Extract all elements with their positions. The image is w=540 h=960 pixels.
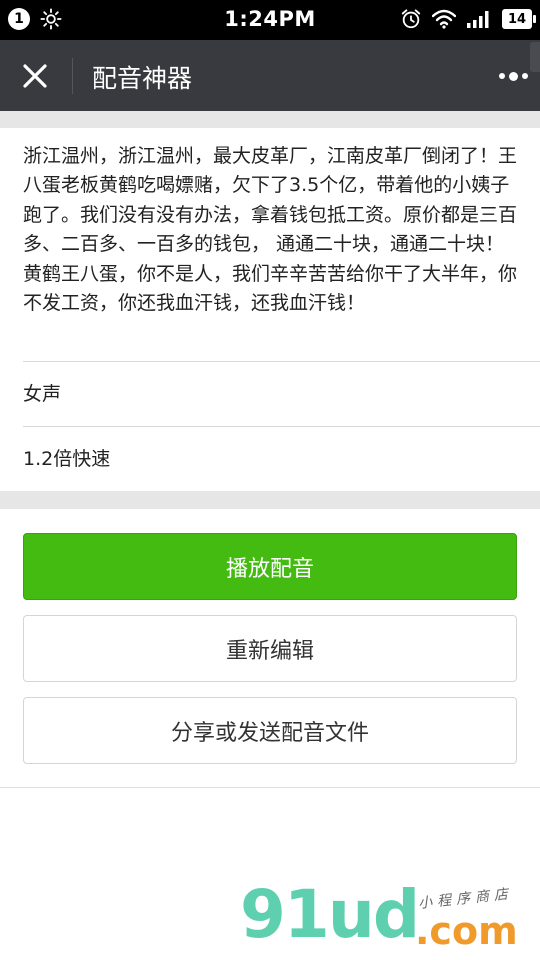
speed-row[interactable]: 1.2倍快速 <box>23 444 110 471</box>
close-button[interactable] <box>16 57 54 95</box>
share-file-button[interactable]: 分享或发送配音文件 <box>23 697 517 764</box>
alarm-icon <box>401 9 421 29</box>
play-dubbing-button[interactable]: 播放配音 <box>23 533 517 600</box>
watermark-domain: .com <box>415 909 518 953</box>
section-spacer <box>0 491 540 509</box>
row-divider <box>23 426 540 427</box>
titlebar-divider <box>72 58 73 94</box>
re-edit-button[interactable]: 重新编辑 <box>23 615 517 682</box>
more-icon <box>497 71 530 81</box>
close-icon <box>23 64 47 88</box>
signal-icon <box>467 11 489 28</box>
status-right: 14 <box>400 8 536 30</box>
top-spacer <box>0 111 540 128</box>
status-bar: 1 1:24PM 14 <box>0 0 540 40</box>
row-divider <box>23 361 540 362</box>
titlebar-edge-handle <box>530 42 540 72</box>
script-text[interactable]: 浙江温州，浙江温州，最大皮革厂，江南皮革厂倒闭了！王八蛋老板黄鹤吃喝嫖赌，欠下了… <box>23 142 521 318</box>
bottom-divider <box>0 787 540 788</box>
watermark-main: 91ud <box>240 876 420 953</box>
title-bar: 配音神器 <box>0 40 540 111</box>
voice-settings-card: 浙江温州，浙江温州，最大皮革厂，江南皮革厂倒闭了！王八蛋老板黄鹤吃喝嫖赌，欠下了… <box>0 128 540 491</box>
more-button[interactable] <box>496 62 530 90</box>
page-title: 配音神器 <box>92 64 193 93</box>
wifi-icon <box>432 9 456 29</box>
watermark-logo: 91ud 小程序商店 .com <box>240 882 540 960</box>
voice-type-row[interactable]: 女声 <box>23 379 61 406</box>
battery-icon: 14 <box>502 9 536 29</box>
